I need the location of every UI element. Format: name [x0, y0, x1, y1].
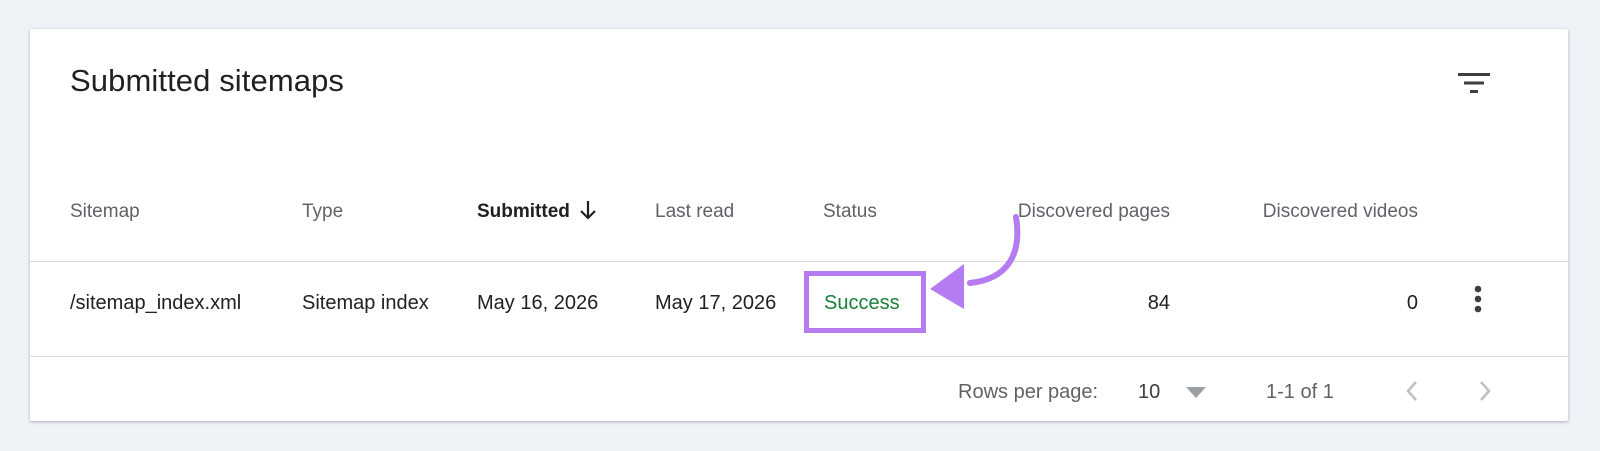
rows-per-page-select[interactable]: 10: [1130, 373, 1226, 413]
chevron-left-icon: [1406, 381, 1417, 401]
column-header-submitted[interactable]: Submitted: [477, 200, 598, 223]
cell-submitted: May 16, 2026: [477, 292, 599, 314]
cell-discovered-pages: 84: [1147, 292, 1170, 314]
next-page-button[interactable]: [1465, 371, 1505, 411]
card-title: Submitted sitemaps: [70, 63, 345, 98]
filter-list-icon: [1458, 73, 1490, 93]
cell-last-read: May 17, 2026: [655, 292, 777, 314]
column-header-discovered-pages[interactable]: Discovered pages: [990, 201, 1170, 223]
sitemaps-card: Submitted sitemaps Sitemap Type Submitte…: [30, 29, 1568, 421]
column-header-type[interactable]: Type: [302, 201, 343, 223]
rows-per-page-label: Rows per page:: [958, 381, 1099, 403]
more-vert-icon: [1474, 285, 1482, 313]
column-header-status[interactable]: Status: [823, 201, 877, 223]
cell-status: Success: [824, 292, 900, 314]
filter-button[interactable]: [1452, 61, 1496, 105]
column-header-submitted-label: Submitted: [477, 201, 570, 222]
page-range: 1-1 of 1: [1266, 381, 1334, 403]
cell-discovered-videos: 0: [1406, 292, 1418, 314]
table-header: Sitemap Type Submitted Last read Status …: [30, 169, 1568, 262]
cell-type: Sitemap index: [302, 292, 429, 314]
column-header-discovered-videos[interactable]: Discovered videos: [1230, 201, 1418, 223]
table-row[interactable]: /sitemap_index.xml Sitemap index May 16,…: [30, 262, 1568, 357]
column-header-last-read[interactable]: Last read: [655, 201, 734, 223]
row-more-button[interactable]: [1461, 282, 1495, 316]
cell-sitemap[interactable]: /sitemap_index.xml: [70, 292, 241, 315]
column-header-sitemap[interactable]: Sitemap: [70, 201, 140, 223]
pagination-footer: Rows per page: 10 1-1 of 1: [30, 357, 1568, 421]
rows-per-page-value: 10: [1138, 381, 1161, 403]
chevron-right-icon: [1480, 381, 1491, 401]
caret-down-icon: [1186, 387, 1206, 398]
arrow-down-icon: [580, 200, 596, 220]
previous-page-button[interactable]: [1392, 371, 1432, 411]
